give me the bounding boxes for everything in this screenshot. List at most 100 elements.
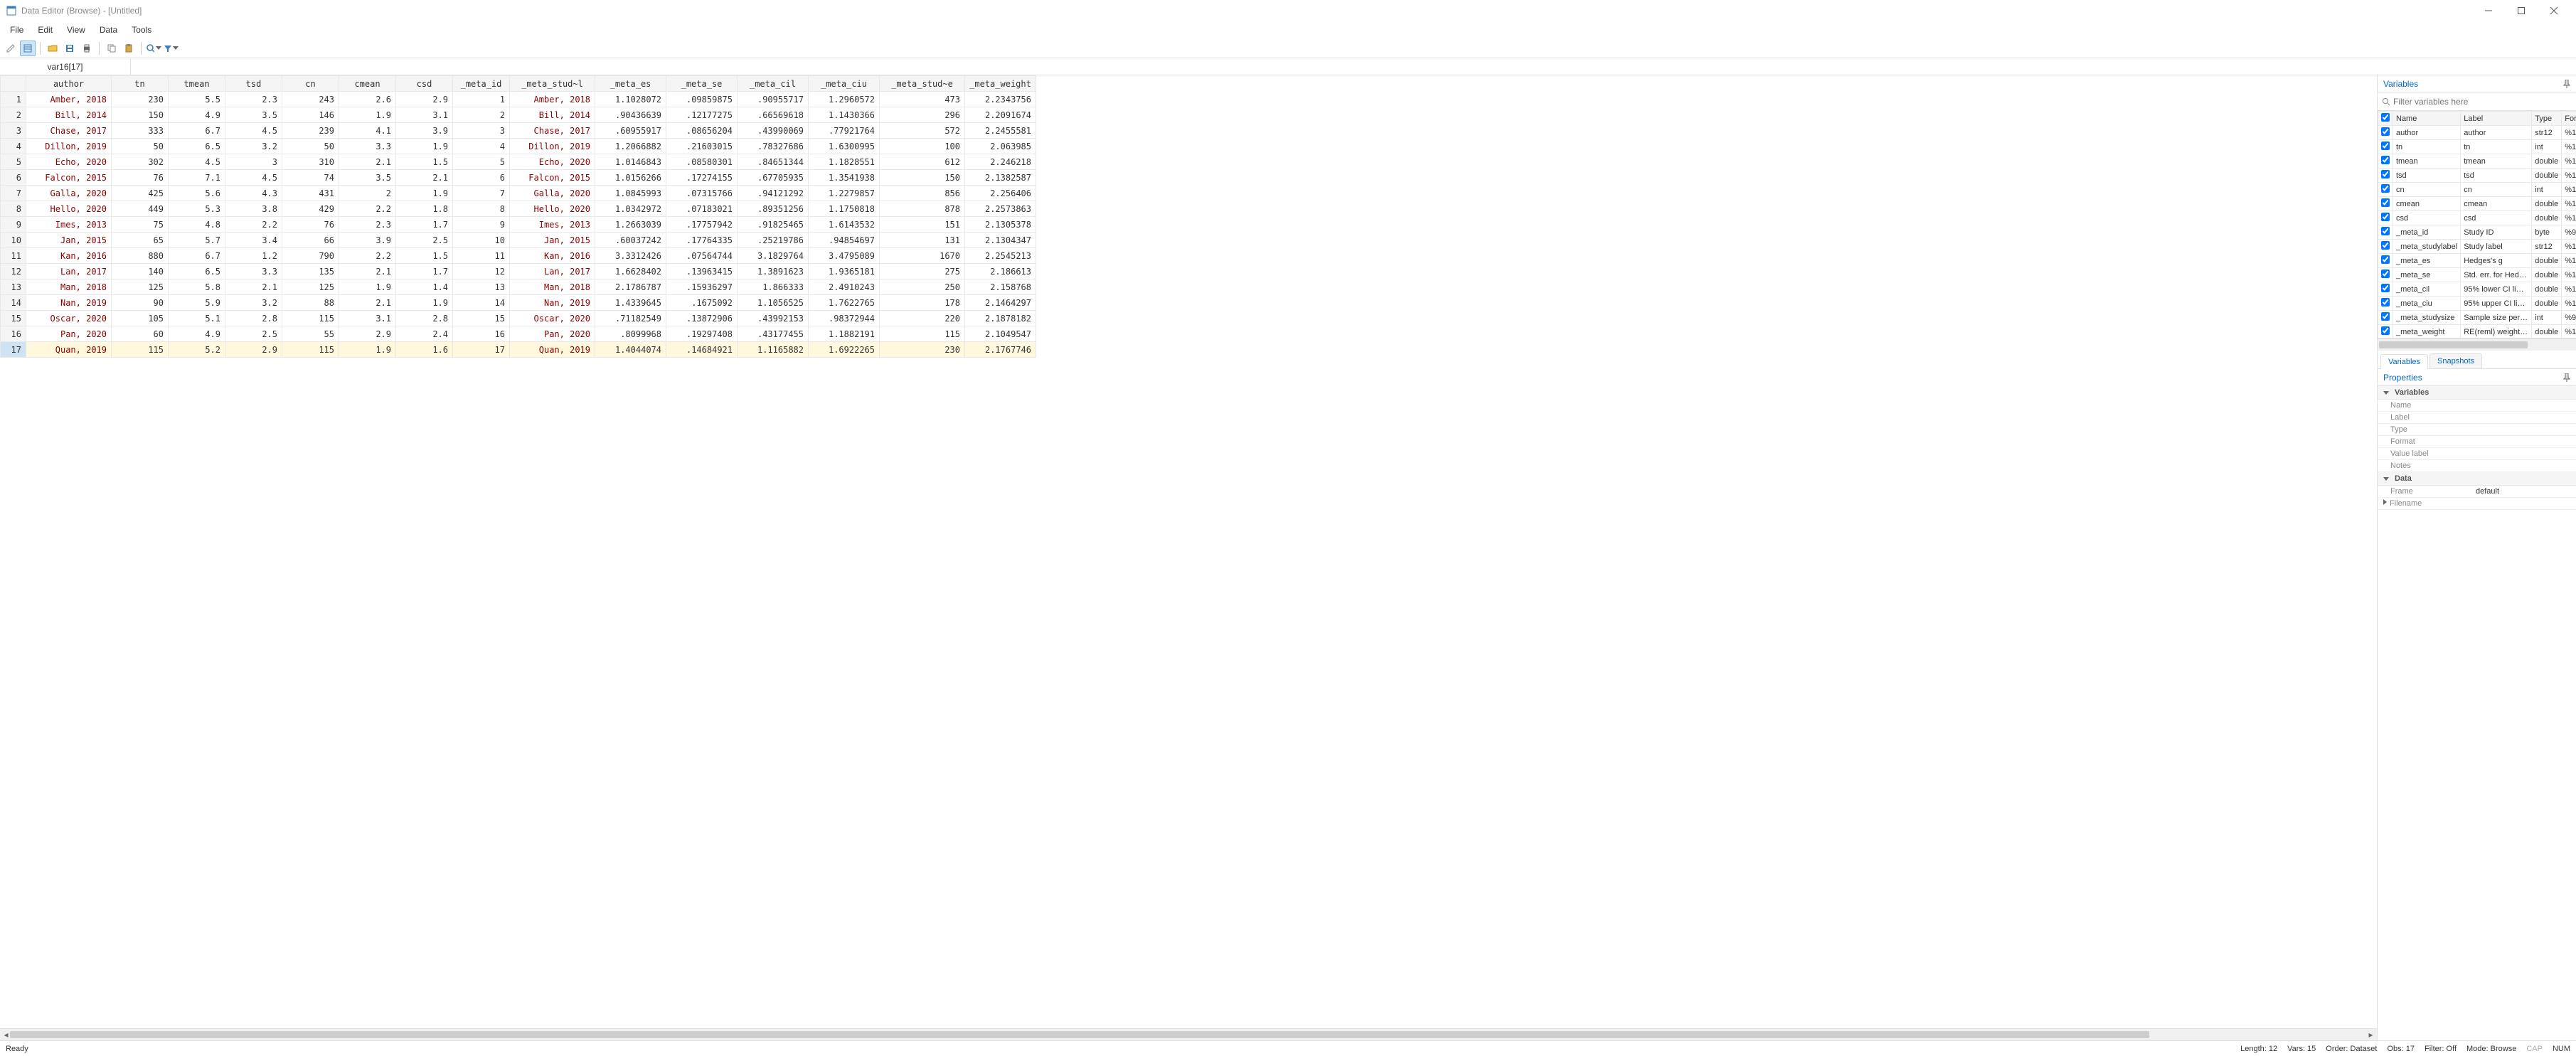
data-cell[interactable]: 2.2545213 (965, 248, 1036, 264)
menu-tools[interactable]: Tools (124, 22, 159, 38)
data-cell[interactable]: .66569618 (738, 107, 809, 123)
data-cell[interactable]: Imes, 2013 (510, 217, 595, 233)
data-cell[interactable]: Pan, 2020 (510, 326, 595, 342)
data-cell[interactable]: 856 (880, 186, 965, 201)
variable-checkbox[interactable] (2381, 198, 2390, 207)
data-cell[interactable]: 178 (880, 295, 965, 311)
data-cell[interactable]: 2.2573863 (965, 201, 1036, 217)
data-cell[interactable]: 65 (112, 233, 169, 248)
data-cell[interactable]: 2.1304347 (965, 233, 1036, 248)
maximize-button[interactable] (2505, 0, 2538, 21)
data-cell[interactable]: 3.4795089 (809, 248, 880, 264)
variable-checkbox[interactable] (2381, 241, 2390, 250)
data-cell[interactable]: 1 (453, 92, 510, 107)
row-number[interactable]: 7 (1, 186, 26, 201)
data-cell[interactable]: 5.6 (169, 186, 225, 201)
data-cell[interactable]: 5.8 (169, 279, 225, 295)
data-cell[interactable]: .17757942 (666, 217, 738, 233)
column-header[interactable]: _meta_ciu (809, 76, 880, 92)
data-cell[interactable]: .12177275 (666, 107, 738, 123)
data-cell[interactable]: 4 (453, 139, 510, 154)
variable-checkbox[interactable] (2381, 142, 2390, 150)
data-cell[interactable]: Echo, 2020 (26, 154, 112, 170)
data-cell[interactable]: .1675092 (666, 295, 738, 311)
data-cell[interactable]: 2.1767746 (965, 342, 1036, 358)
variable-checkbox[interactable] (2381, 184, 2390, 193)
data-cell[interactable]: 3.3312426 (595, 248, 666, 264)
column-header[interactable]: _meta_weight (965, 76, 1036, 92)
row-number[interactable]: 11 (1, 248, 26, 264)
data-cell[interactable]: 3.1 (339, 311, 396, 326)
row-number[interactable]: 5 (1, 154, 26, 170)
scrollbar-thumb[interactable] (10, 1031, 2149, 1038)
property-row[interactable]: Notes (2378, 460, 2576, 472)
data-cell[interactable]: 1.5 (396, 154, 453, 170)
variable-row[interactable]: _meta_idStudy IDbyte%9.0g (2378, 225, 2576, 240)
data-cell[interactable]: 473 (880, 92, 965, 107)
data-cell[interactable]: .91825465 (738, 217, 809, 233)
horizontal-scrollbar[interactable]: ◂ ▸ (0, 1028, 2377, 1040)
row-number[interactable]: 16 (1, 326, 26, 342)
variable-checkbox[interactable] (2381, 213, 2390, 221)
data-cell[interactable]: .25219786 (738, 233, 809, 248)
data-cell[interactable]: 3.1829764 (738, 248, 809, 264)
data-cell[interactable]: 75 (112, 217, 169, 233)
data-cell[interactable]: 275 (880, 264, 965, 279)
data-cell[interactable]: 115 (282, 311, 339, 326)
variable-row[interactable]: _meta_studylabelStudy labelstr12%12s (2378, 240, 2576, 254)
variable-row[interactable]: _meta_weightRE(reml) weights for He...do… (2378, 325, 2576, 339)
column-header[interactable]: tn (112, 76, 169, 92)
data-cell[interactable]: 612 (880, 154, 965, 170)
data-cell[interactable]: 1.6 (396, 342, 453, 358)
data-cell[interactable]: 14 (453, 295, 510, 311)
data-cell[interactable]: 2.1049547 (965, 326, 1036, 342)
data-cell[interactable]: 1.1056525 (738, 295, 809, 311)
data-cell[interactable]: 105 (112, 311, 169, 326)
data-cell[interactable]: Lan, 2017 (26, 264, 112, 279)
column-header[interactable]: _meta_se (666, 76, 738, 92)
menu-edit[interactable]: Edit (31, 22, 60, 38)
variable-row[interactable]: cncnint%10.0g (2378, 183, 2576, 197)
column-header[interactable]: tmean (169, 76, 225, 92)
data-cell[interactable]: Quan, 2019 (510, 342, 595, 358)
data-cell[interactable]: .21603015 (666, 139, 738, 154)
variables-col-format[interactable]: Format (2562, 112, 2576, 126)
data-cell[interactable]: 1.1750818 (809, 201, 880, 217)
data-cell[interactable]: 1.4044074 (595, 342, 666, 358)
data-cell[interactable]: .71182549 (595, 311, 666, 326)
data-cell[interactable]: 2.2 (339, 201, 396, 217)
data-cell[interactable]: 1.0146843 (595, 154, 666, 170)
data-cell[interactable]: 310 (282, 154, 339, 170)
row-number[interactable]: 2 (1, 107, 26, 123)
data-cell[interactable]: .13872906 (666, 311, 738, 326)
data-cell[interactable]: 1.9 (339, 342, 396, 358)
row-number[interactable]: 8 (1, 201, 26, 217)
data-cell[interactable]: 1.6300995 (809, 139, 880, 154)
property-row[interactable]: Framedefault (2378, 486, 2576, 498)
data-cell[interactable]: .94854697 (809, 233, 880, 248)
data-cell[interactable]: Dillon, 2019 (26, 139, 112, 154)
data-cell[interactable]: .19297408 (666, 326, 738, 342)
column-header[interactable]: _meta_stud~l (510, 76, 595, 92)
property-section-header[interactable]: Data (2378, 472, 2576, 486)
property-row[interactable]: Name (2378, 400, 2576, 412)
print-button[interactable] (79, 41, 95, 56)
pin-icon[interactable] (2563, 373, 2570, 382)
variable-row[interactable]: _meta_studysizeSample size per studyint%… (2378, 311, 2576, 325)
data-cell[interactable]: .43177455 (738, 326, 809, 342)
data-cell[interactable]: 2.2091674 (965, 107, 1036, 123)
data-cell[interactable]: 2.1464297 (965, 295, 1036, 311)
data-cell[interactable]: Hello, 2020 (510, 201, 595, 217)
data-cell[interactable]: 131 (880, 233, 965, 248)
data-cell[interactable]: 5 (453, 154, 510, 170)
data-cell[interactable]: 1.8 (396, 201, 453, 217)
close-button[interactable] (2538, 0, 2570, 21)
data-grid[interactable]: authortntmeantsdcncmeancsd_meta_id_meta_… (0, 75, 1036, 358)
data-cell[interactable]: 1.1828551 (809, 154, 880, 170)
data-cell[interactable]: 135 (282, 264, 339, 279)
data-cell[interactable]: .13963415 (666, 264, 738, 279)
variable-row[interactable]: tntnint%10.0g (2378, 140, 2576, 154)
data-cell[interactable]: 1.7 (396, 264, 453, 279)
data-cell[interactable]: 4.5 (225, 123, 282, 139)
data-cell[interactable]: 6.5 (169, 139, 225, 154)
